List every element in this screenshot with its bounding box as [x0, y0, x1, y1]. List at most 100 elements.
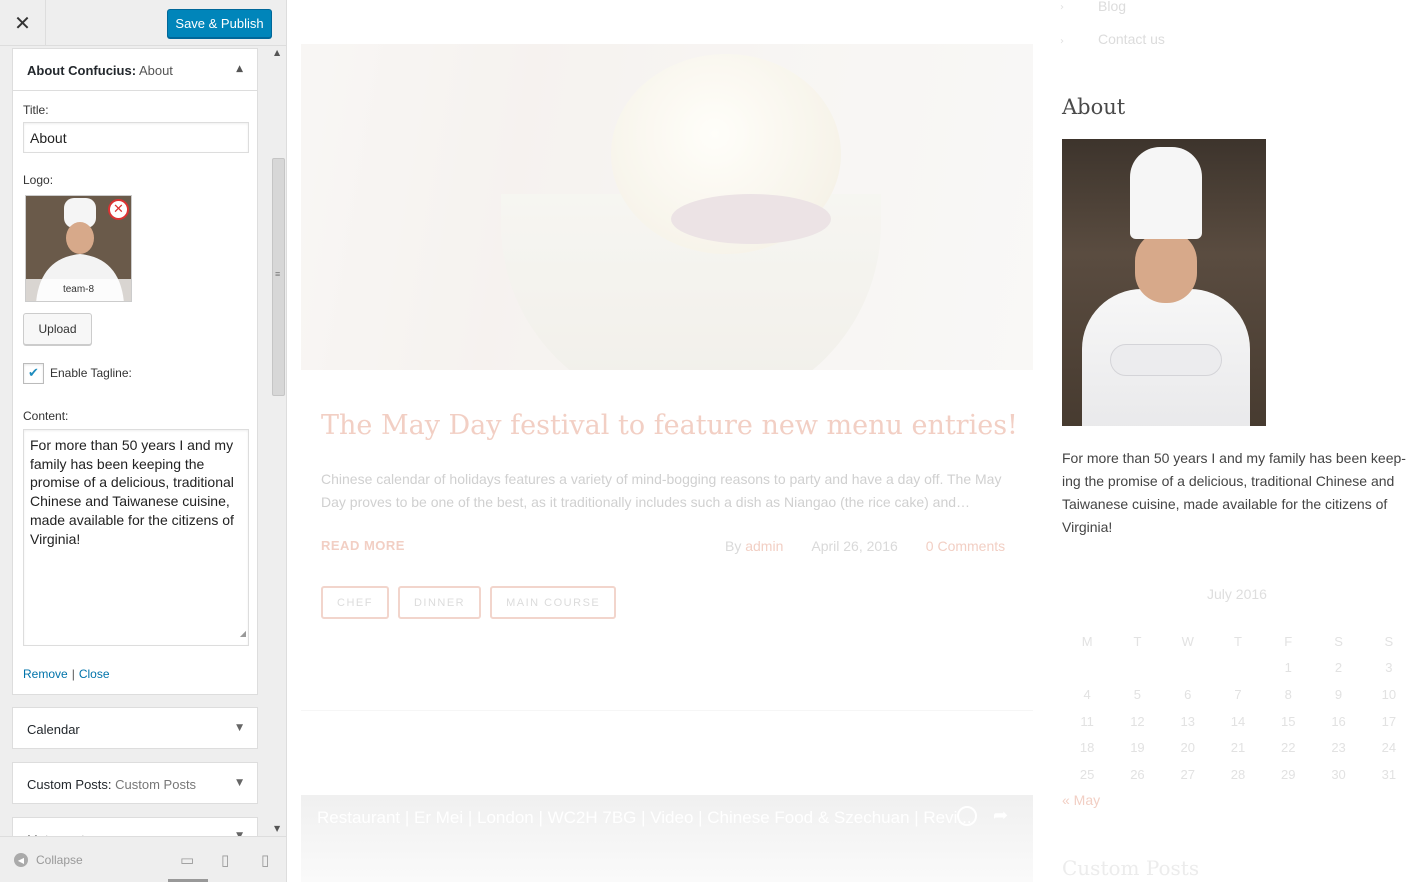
calendar-week: 4 5 6 7 8 9 10	[1062, 681, 1414, 708]
calendar-day: 15	[1281, 713, 1296, 729]
weekday-header: W	[1181, 633, 1194, 649]
scroll-up-icon[interactable]: ▲	[274, 48, 280, 57]
calendar-week: 25 26 27 28 29 30 31	[1062, 761, 1414, 788]
collapse-button[interactable]: ◀ Collapse	[14, 853, 83, 867]
widget-panel-header[interactable]: About Confucius: About ▲	[13, 49, 257, 91]
collapse-label: Collapse	[36, 853, 83, 867]
calendar-day: 11	[1080, 713, 1094, 729]
title-label: Title:	[23, 103, 49, 117]
post-author: By admin	[725, 538, 783, 554]
calendar-day: 6	[1184, 686, 1192, 702]
mobile-preview-icon[interactable]: ▯	[261, 851, 269, 869]
calendar-day: 13	[1180, 713, 1195, 729]
close-customizer-button[interactable]: ✕	[0, 0, 46, 46]
checkmark-icon: ✔	[28, 366, 39, 381]
calendar-day: 4	[1083, 686, 1091, 702]
calendar-week: 11 12 13 14 15 16 17	[1062, 708, 1414, 735]
tag-main-course[interactable]: MAIN COURSE	[490, 586, 617, 619]
widget-section-custom-posts[interactable]: Custom Posts: Custom Posts ▼	[12, 762, 258, 804]
by-label: By	[725, 538, 742, 554]
scrollbar-thumb[interactable]: ≡	[272, 158, 285, 396]
chef-crossed-arms	[1110, 344, 1222, 376]
calendar-weekdays: M T W T F S S	[1062, 628, 1414, 655]
content-label: Content:	[23, 409, 69, 423]
post-divider	[301, 710, 1033, 711]
title-input[interactable]: About	[23, 122, 249, 153]
post-title[interactable]: The May Day festival to feature new menu…	[321, 410, 1018, 441]
weekday-header: T	[1133, 633, 1142, 649]
chef-face	[1135, 231, 1197, 303]
tagline-checkbox[interactable]: ✔	[23, 363, 44, 384]
calendar-day: 14	[1230, 713, 1246, 729]
calendar-day: 23	[1331, 740, 1346, 756]
upload-button[interactable]: Upload	[23, 313, 92, 345]
calendar-day: 12	[1130, 713, 1145, 729]
desktop-preview-icon[interactable]: ▭	[180, 851, 194, 869]
scroll-down-icon[interactable]: ▼	[274, 824, 280, 833]
read-more-link[interactable]: READ MORE	[321, 538, 405, 553]
weekday-header: T	[1234, 633, 1242, 649]
about-widget-title: About	[1062, 95, 1126, 119]
calendar-day: 24	[1381, 740, 1397, 756]
close-link[interactable]: Close	[79, 667, 110, 681]
about-widget-text: For more than 50 years I and my family h…	[1062, 450, 1406, 535]
calendar-day: 19	[1130, 740, 1145, 756]
weekday-header: M	[1081, 633, 1093, 649]
chef-hat	[1130, 147, 1202, 239]
calendar-day: 26	[1130, 766, 1145, 782]
link-separator: |	[71, 667, 75, 681]
tablet-preview-icon[interactable]: ▯	[221, 851, 229, 869]
video-embed[interactable]: Restaurant | Er Mei | London | WC2H 7BG …	[301, 795, 1033, 882]
author-link[interactable]: admin	[745, 538, 783, 554]
post-tags: CHEF DINNER MAIN COURSE	[321, 586, 617, 619]
tag-chef[interactable]: CHEF	[321, 586, 389, 619]
widget-name: About Confucius:	[27, 63, 137, 78]
expand-arrow-icon[interactable]: ▼	[236, 723, 243, 733]
chevron-right-icon: ›	[1060, 2, 1064, 13]
tag-dinner[interactable]: DINNER	[397, 586, 482, 619]
menu-link-blog[interactable]: Blog	[1098, 0, 1126, 14]
calendar-day: 8	[1284, 686, 1292, 702]
menu-link-contact[interactable]: Contact us	[1098, 31, 1165, 47]
widget-title-preview: About	[136, 63, 173, 78]
weekday-header: S	[1384, 633, 1394, 649]
site-preview: › Blog › Contact us The May Day festival…	[287, 0, 1427, 882]
calendar-day: 17	[1381, 713, 1397, 729]
calendar-day: 9	[1334, 686, 1343, 702]
save-publish-button[interactable]: Save & Publish	[167, 9, 272, 38]
calendar-day: 2	[1334, 660, 1343, 676]
video-title[interactable]: Restaurant | Er Mei | London | WC2H 7BG …	[317, 808, 972, 828]
calendar-day: 10	[1381, 686, 1397, 702]
content-textarea[interactable]: For more than 50 years I and my family h…	[23, 429, 249, 646]
calendar-week: 18 19 20 21 22 23 24	[1062, 734, 1414, 761]
calendar-day: 31	[1381, 766, 1397, 782]
share-icon[interactable]: ➦	[993, 805, 1008, 826]
calendar-table: M T W T F S S 1 2 3 4 5 6 7 8 9 10 11 12…	[1062, 628, 1414, 788]
expand-arrow-icon[interactable]: ▼	[236, 778, 243, 788]
calendar-day: 25	[1079, 766, 1095, 782]
calendar-day: 29	[1281, 766, 1296, 782]
remove-link[interactable]: Remove	[23, 667, 68, 681]
fade-overlay	[301, 44, 1033, 370]
weekday-header: F	[1284, 633, 1293, 649]
comments-link[interactable]: 0 Comments	[926, 538, 1005, 554]
tagline-label: Enable Tagline:	[50, 366, 132, 380]
calendar-day: 27	[1180, 766, 1195, 782]
custom-posts-widget-title: Custom Posts	[1062, 856, 1200, 880]
section-sub: Custom Posts	[111, 777, 197, 792]
widget-section-calendar[interactable]: Calendar ▼	[12, 707, 258, 749]
widget-panel-about: About Confucius: About ▲ Title: About Lo…	[12, 48, 258, 695]
calendar-prev-link[interactable]: « May	[1062, 792, 1100, 808]
calendar-day: 20	[1180, 740, 1195, 756]
resize-grip-icon[interactable]: ◢	[240, 625, 246, 644]
watch-later-icon[interactable]	[957, 806, 977, 826]
sidebar-scrollbar[interactable]: ▲ ≡ ▼	[270, 46, 286, 836]
collapse-arrow-icon[interactable]: ▲	[236, 64, 243, 74]
calendar-day: 3	[1385, 660, 1393, 676]
remove-logo-icon[interactable]: ✕	[108, 199, 129, 220]
calendar-day: 21	[1230, 740, 1246, 756]
section-name: Custom Posts:	[27, 777, 112, 792]
calendar-day: 1	[1284, 660, 1292, 676]
customizer-footer: ◀ Collapse ▭ ▯ ▯	[0, 836, 286, 882]
post-featured-image[interactable]	[301, 44, 1033, 370]
